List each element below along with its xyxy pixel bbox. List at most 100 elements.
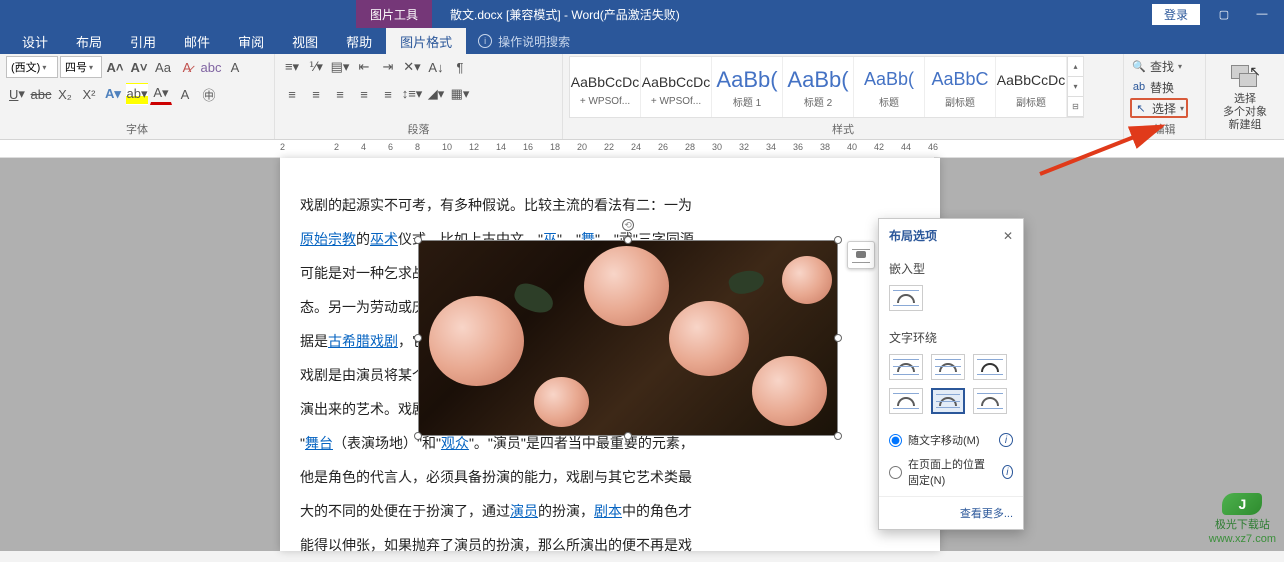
resize-handle[interactable] [414,432,422,440]
enclose-characters-icon[interactable]: ㊥ [198,83,220,105]
align-left-icon[interactable]: ≡ [281,83,303,105]
underline-icon[interactable]: U▾ [6,83,28,105]
link[interactable]: 古希腊戏剧 [328,333,398,349]
wrap-behind-button[interactable] [931,388,965,414]
tab-picture-format[interactable]: 图片格式 [386,28,466,54]
replace-button[interactable]: ab替换 [1130,77,1176,97]
character-border-icon[interactable]: A [224,56,246,78]
shading-icon[interactable]: ◢▾ [425,83,447,105]
increase-indent-icon[interactable]: ⇥ [377,56,399,78]
wrap-inline-button[interactable] [889,285,923,311]
decrease-indent-icon[interactable]: ⇤ [353,56,375,78]
change-case-icon[interactable]: Aa [152,56,174,78]
font-name-combo[interactable]: (西文)▾ [6,56,58,78]
fix-position-radio[interactable]: 在页面上的位置固定(N)i [889,452,1013,492]
find-button[interactable]: 🔍查找▾ [1130,56,1184,76]
font-group: (西文)▾ 四号▾ A˄ A˅ Aa A̷ abc A U▾ abc X₂ X²… [0,54,275,139]
subscript-icon[interactable]: X₂ [54,83,76,105]
tab-layout[interactable]: 布局 [62,28,116,54]
numbering-icon[interactable]: ⅟▾ [305,56,327,78]
close-icon[interactable]: ✕ [1003,229,1013,243]
move-with-text-radio[interactable]: 随文字移动(M)i [889,428,1013,452]
info-icon[interactable]: i [1002,465,1013,479]
grow-font-icon[interactable]: A˄ [104,56,126,78]
justify-icon[interactable]: ≡ [353,83,375,105]
text-effects-icon[interactable]: A▾ [102,83,124,105]
superscript-icon[interactable]: X² [78,83,100,105]
contextual-tab-label: 图片工具 [356,0,432,28]
info-icon[interactable]: i [999,433,1013,447]
resize-handle[interactable] [414,236,422,244]
selected-image-object[interactable]: ⟲ [418,240,838,436]
resize-handle[interactable] [834,236,842,244]
style-item[interactable]: AaBbCcDc+ WPSOf... [570,57,641,117]
rotate-handle-icon[interactable]: ⟲ [622,219,634,231]
clear-formatting-icon[interactable]: A̷ [176,56,198,78]
style-item[interactable]: AaBbC副标题 [925,57,996,117]
tab-help[interactable]: 帮助 [332,28,386,54]
strikethrough-icon[interactable]: abc [30,83,52,105]
line-spacing-icon[interactable]: ↕≡▾ [401,83,423,105]
tab-design[interactable]: 设计 [8,28,62,54]
editing-group-label: 编辑 [1130,119,1199,139]
layout-options-pane: 布局选项 ✕ 嵌入型 文字环绕 随文字移动(M)i 在页面上的位置固定(N)i … [878,218,1024,530]
resize-handle[interactable] [834,432,842,440]
wrap-tight-button[interactable] [931,354,965,380]
link[interactable]: 舞台 [305,435,333,451]
styles-gallery[interactable]: AaBbCcDc+ WPSOf... AaBbCcDc+ WPSOf... Aa… [569,56,1084,118]
minimize-icon[interactable]: — [1248,4,1276,24]
asian-layout-icon[interactable]: ✕▾ [401,56,423,78]
ribbon-display-options-icon[interactable]: ▢ [1210,4,1238,24]
link[interactable]: 观众 [441,435,469,451]
bullets-icon[interactable]: ≡▾ [281,56,303,78]
wrap-text-icon [852,249,870,261]
resize-handle[interactable] [834,334,842,342]
layout-options-button[interactable] [847,241,875,269]
select-button[interactable]: ↖选择▾ [1130,98,1188,118]
select-objects-group[interactable]: ↖ 选择 多个对象 新建组 [1206,54,1284,139]
see-more-link[interactable]: 查看更多... [879,496,1023,529]
show-hide-icon[interactable]: ¶ [449,56,471,78]
document-body[interactable]: 戏剧的起源实不可考，有多种假说。比较主流的看法有二：一为 原始宗教的巫术仪式，比… [300,188,920,562]
link[interactable]: 原始宗教 [300,231,356,247]
style-item[interactable]: AaBb(标题 1 [712,57,783,117]
link[interactable]: 剧本 [594,503,622,519]
link[interactable]: 巫术 [370,231,398,247]
shrink-font-icon[interactable]: A˅ [128,56,150,78]
horizontal-ruler[interactable]: 2246810121416182022242628303234363840424… [280,140,934,158]
resize-handle[interactable] [414,334,422,342]
document-page[interactable]: 戏剧的起源实不可考，有多种假说。比较主流的看法有二：一为 原始宗教的巫术仪式，比… [280,158,940,551]
multilevel-list-icon[interactable]: ▤▾ [329,56,351,78]
link[interactable]: 演员 [510,503,538,519]
tab-review[interactable]: 审阅 [224,28,278,54]
font-size-combo[interactable]: 四号▾ [60,56,102,78]
tab-view[interactable]: 视图 [278,28,332,54]
styles-gallery-more[interactable]: ▴▾⊟ [1067,57,1083,117]
style-item[interactable]: AaBbCcDc副标题 [996,57,1067,117]
borders-icon[interactable]: ▦▾ [449,83,471,105]
wrap-topbottom-button[interactable] [889,388,923,414]
highlight-icon[interactable]: ab▾ [126,83,148,105]
tab-references[interactable]: 引用 [116,28,170,54]
style-item[interactable]: AaBbCcDc+ WPSOf... [641,57,712,117]
wrap-front-button[interactable] [973,388,1007,414]
resize-handle[interactable] [624,432,632,440]
align-right-icon[interactable]: ≡ [329,83,351,105]
font-color-icon[interactable]: A▾ [150,83,172,105]
select-objects-label: 选择 多个对象 新建组 [1223,93,1267,132]
tab-mailings[interactable]: 邮件 [170,28,224,54]
align-center-icon[interactable]: ≡ [305,83,327,105]
wrap-through-button[interactable] [973,354,1007,380]
resize-handle[interactable] [624,236,632,244]
style-item[interactable]: AaBb(标题 [854,57,925,117]
character-shading-icon[interactable]: A [174,83,196,105]
distribute-icon[interactable]: ≡ [377,83,399,105]
wrap-square-button[interactable] [889,354,923,380]
sort-icon[interactable]: A↓ [425,56,447,78]
ruler-row: 2246810121416182022242628303234363840424… [0,140,1284,158]
phonetic-guide-icon[interactable]: abc [200,56,222,78]
login-button[interactable]: 登录 [1152,4,1200,25]
style-item[interactable]: AaBb(标题 2 [783,57,854,117]
tell-me-search[interactable]: i 操作说明搜索 [478,33,570,50]
select-objects-icon: ↖ [1229,63,1261,91]
